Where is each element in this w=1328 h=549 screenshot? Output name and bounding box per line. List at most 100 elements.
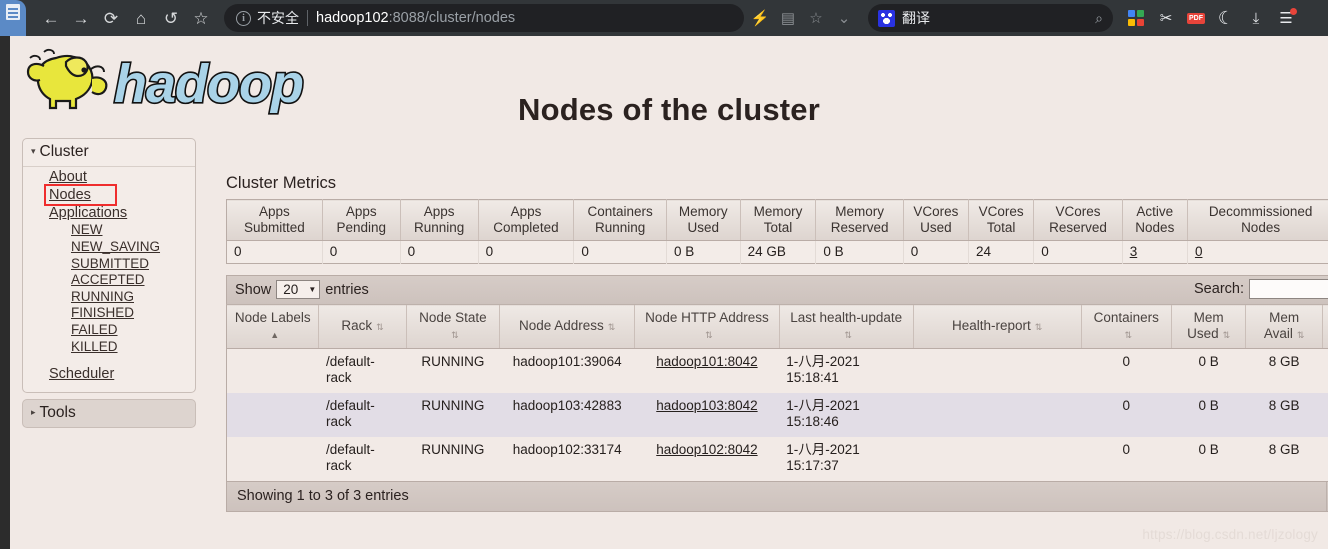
nodes-col-last-health-update[interactable]: Last health-update ⇅ <box>778 304 914 349</box>
sidebar-tools-label: Tools <box>39 404 76 422</box>
scissors-icon[interactable]: ✂ <box>1151 3 1181 33</box>
card-icon[interactable]: ▤ <box>774 3 802 33</box>
back-arrow-icon[interactable]: ← <box>36 3 66 33</box>
sidebar-item-applications[interactable]: Applications <box>23 205 127 223</box>
nodes-col-containers[interactable]: Containers ⇅ <box>1080 304 1172 349</box>
sidebar-item-new-saving[interactable]: NEW_SAVING <box>23 239 160 256</box>
cell-node-labels <box>226 348 319 393</box>
metrics-val-decommissioned-nodes: 0 <box>1186 240 1328 264</box>
cell-mem-avail: 8 GB <box>1245 348 1323 393</box>
browser-tab[interactable] <box>0 0 26 36</box>
sort-icon: ⇅ <box>1222 330 1231 341</box>
cell-rack: /default-rack <box>318 392 407 437</box>
nodes-col-node-labels[interactable]: Node Labels ▲ <box>226 304 319 349</box>
sidebar-item-scheduler[interactable]: Scheduler <box>23 366 114 384</box>
nodes-col-rack[interactable]: Rack ⇅ <box>318 304 407 349</box>
url-host: hadoop102 <box>316 10 389 26</box>
sidebar-section-cluster[interactable]: ▾ Cluster <box>23 139 195 167</box>
nodes-col-health-report[interactable]: Health-report ⇅ <box>912 304 1082 349</box>
sidebar-item-submitted[interactable]: SUBMITTED <box>23 256 149 273</box>
update-badge <box>1290 8 1297 15</box>
sort-icon: ⇅ <box>705 330 713 341</box>
info-glyph: i <box>242 12 245 24</box>
moon-glyph: ☾ <box>1217 7 1235 28</box>
table-row[interactable]: /default-rack RUNNING hadoop102:33174 ha… <box>226 436 1328 482</box>
sidebar-section-tools[interactable]: ▸ Tools <box>22 399 196 429</box>
metrics-col-vcores-reserved: VCores Reserved <box>1033 199 1123 242</box>
cell-node-address: hadoop101:39064 <box>499 348 635 393</box>
nodes-col-node-state[interactable]: Node State ⇅ <box>405 304 500 349</box>
sidebar-item-nodes[interactable]: Nodes <box>23 187 91 205</box>
sidebar-item-accepted[interactable]: ACCEPTED <box>23 272 145 289</box>
dark-mode-icon[interactable]: ☾ <box>1211 3 1241 33</box>
lightning-glyph: ⚡ <box>750 9 770 27</box>
scissors-glyph: ✂ <box>1159 10 1173 27</box>
metrics-val-vcores-used: 0 <box>902 240 969 264</box>
nodes-col-node-http-address[interactable]: Node HTTP Address ⇅ <box>634 304 780 349</box>
site-info-icon[interactable]: i <box>236 10 251 26</box>
nodes-col-mem-avail[interactable]: Mem Avail ⇅ <box>1245 304 1323 349</box>
col-label: Last health-update <box>790 310 903 326</box>
forward-arrow-icon[interactable]: → <box>66 3 96 33</box>
caret-right-icon: ▸ <box>31 407 36 418</box>
entries-label: entries <box>325 281 369 298</box>
sort-icon: ⇅ <box>607 322 616 333</box>
lightning-icon[interactable]: ⚡ <box>746 3 774 33</box>
chevron-down-icon[interactable]: ⌄ <box>830 3 858 33</box>
metrics-col-vcores-used: VCores Used <box>902 199 969 242</box>
node-http-link[interactable]: hadoop101:8042 <box>656 354 757 369</box>
metrics-col-apps-completed: Apps Completed <box>477 199 574 242</box>
sort-icon: ⇅ <box>376 322 384 333</box>
translate-label: 翻译 <box>902 10 930 26</box>
cell-last-health-update: 1-八月-2021 15:18:41 <box>779 348 914 393</box>
cell-vcores-used: 0 <box>1322 436 1328 482</box>
nodes-col-vcores-used[interactable]: VCores Used⇅ <box>1321 304 1328 349</box>
active-nodes-link[interactable]: 3 <box>1130 244 1138 259</box>
translate-bar[interactable]: 翻译 ⌕ <box>868 4 1113 32</box>
browser-toolbar: ← → ⟳ ⌂ ↺ ☆ i 不安全 hadoop102:8088/cluster… <box>0 0 1328 36</box>
table-row[interactable]: /default-rack RUNNING hadoop103:42883 ha… <box>226 392 1328 437</box>
cluster-nav-list: About Nodes Applications NEW NEW_SAVING … <box>23 167 195 392</box>
sidebar-item-killed[interactable]: KILLED <box>23 339 118 356</box>
metrics-col-containers-running: Containers Running <box>573 199 667 242</box>
history-glyph: ↺ <box>163 8 179 28</box>
sidebar-item-running[interactable]: RUNNING <box>23 289 134 306</box>
table-footer-bar: Showing 1 to 3 of 3 entries First Pr <box>226 481 1328 512</box>
security-status-label: 不安全 <box>257 10 299 26</box>
reload-icon[interactable]: ⟳ <box>96 3 126 33</box>
nodes-col-mem-used[interactable]: Mem Used ⇅ <box>1170 304 1246 349</box>
address-bar[interactable]: i 不安全 hadoop102:8088/cluster/nodes <box>224 4 744 32</box>
search-icon[interactable]: ⌕ <box>1095 10 1103 27</box>
cell-containers: 0 <box>1081 348 1172 393</box>
sidebar-item-finished[interactable]: FINISHED <box>23 305 134 322</box>
pdf-icon[interactable]: PDF <box>1181 3 1211 33</box>
metrics-val-memory-total: 24 GB <box>739 240 816 264</box>
downloads-icon[interactable]: ⤓ <box>1241 3 1271 33</box>
omnibox-star-icon[interactable]: ☆ <box>802 3 830 33</box>
sidebar-item-about[interactable]: About <box>23 169 87 187</box>
cluster-metrics-header-row: Apps Submitted Apps Pending Apps Running… <box>226 199 1328 242</box>
apps-grid-icon[interactable] <box>1121 3 1151 33</box>
cell-containers: 0 <box>1081 436 1172 482</box>
chevron-glyph: ⌄ <box>837 9 851 27</box>
sidebar-item-nodes-wrapper: Nodes <box>23 183 117 206</box>
home-icon[interactable]: ⌂ <box>126 3 156 33</box>
sidebar-item-new[interactable]: NEW <box>23 222 103 239</box>
caret-down-icon: ▾ <box>31 146 36 156</box>
cell-last-health-update: 1-八月-2021 15:17:37 <box>779 436 914 482</box>
history-icon[interactable]: ↺ <box>156 3 186 33</box>
node-http-link[interactable]: hadoop102:8042 <box>656 442 757 457</box>
bookmark-star-icon[interactable]: ☆ <box>186 3 216 33</box>
page-length-select[interactable]: 20 ▼ <box>276 280 321 300</box>
cell-health-report <box>913 392 1082 437</box>
decommissioned-nodes-link[interactable]: 0 <box>1195 244 1203 259</box>
cell-last-health-update: 1-八月-2021 15:18:46 <box>779 392 914 437</box>
card-glyph: ▤ <box>780 9 796 27</box>
sidebar-item-failed[interactable]: FAILED <box>23 322 118 339</box>
nodes-col-node-address[interactable]: Node Address ⇅ <box>499 304 635 349</box>
browser-menu-button[interactable]: ☰ <box>1271 3 1301 33</box>
search-input[interactable] <box>1249 279 1328 300</box>
table-row[interactable]: /default-rack RUNNING hadoop101:39064 ha… <box>226 348 1328 393</box>
node-http-link[interactable]: hadoop103:8042 <box>656 398 757 413</box>
cell-rack: /default-rack <box>318 348 407 393</box>
